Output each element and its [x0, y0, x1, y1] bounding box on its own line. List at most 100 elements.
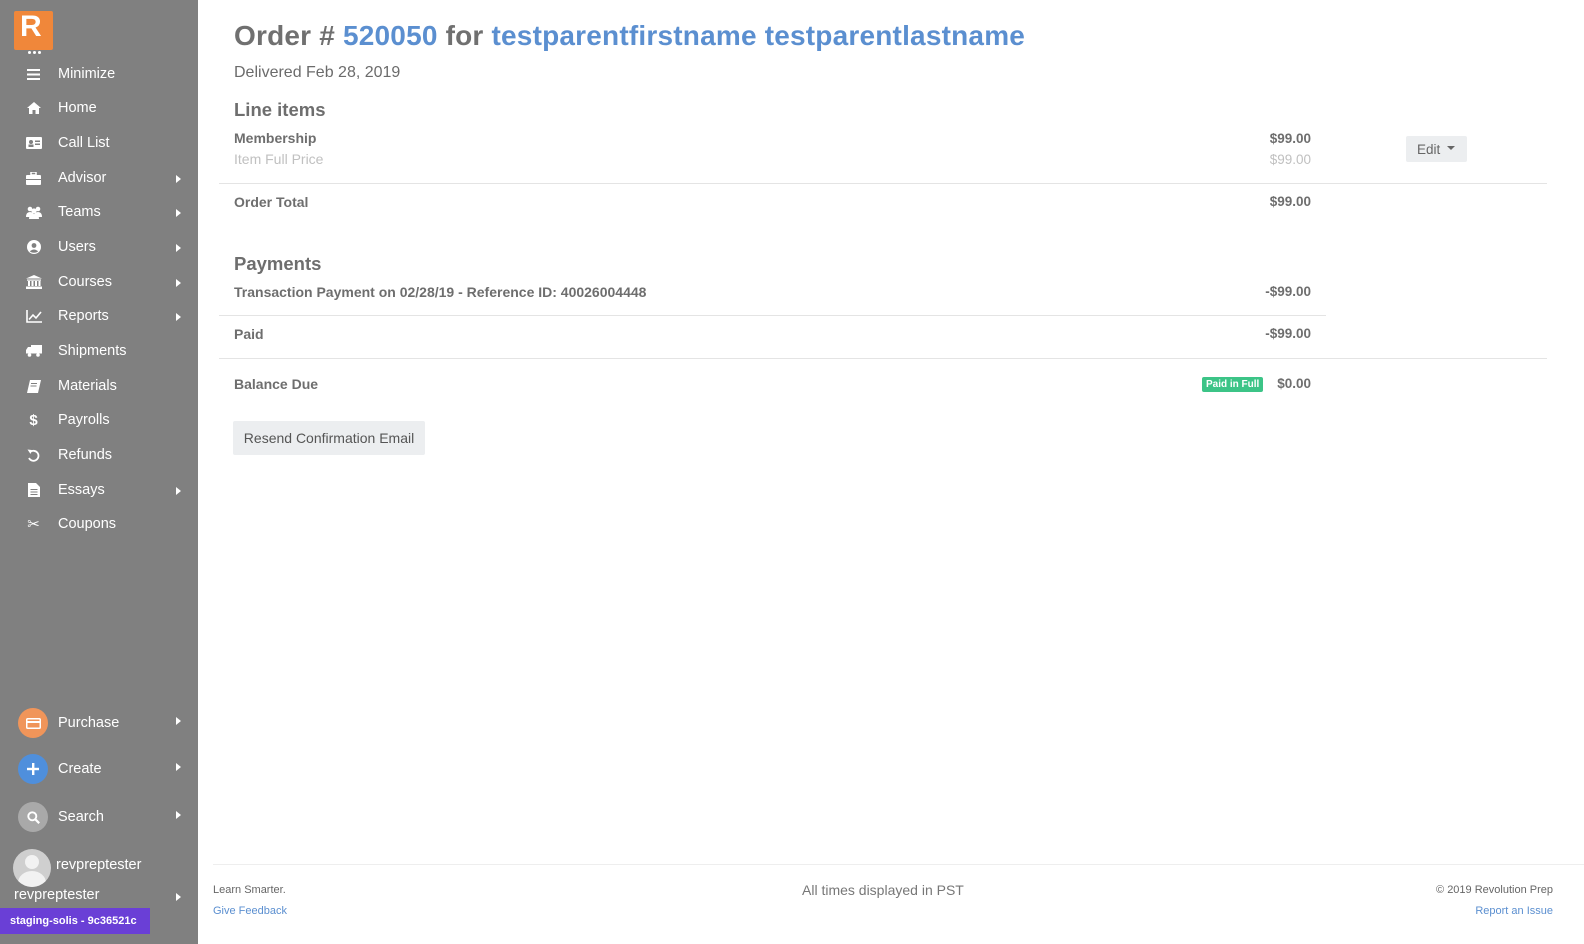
sidebar-item-label: Materials [58, 378, 117, 394]
logo-letter: R [20, 10, 42, 43]
search-button[interactable]: Search [0, 797, 198, 837]
briefcase-icon [25, 161, 42, 195]
environment-badge: staging-solis - 9c36521c [0, 908, 150, 934]
divider [219, 358, 1547, 359]
sidebar-item-label: Users [58, 239, 96, 255]
undo-icon [25, 438, 42, 472]
hamburger-icon [25, 57, 42, 91]
user-circle-icon [25, 230, 42, 264]
sidebar-item-label: Reports [58, 308, 109, 324]
footer-divider [213, 864, 1584, 865]
sidebar-item-users[interactable]: Users [0, 230, 198, 264]
balance-due-label: Balance Due [234, 376, 319, 392]
resend-confirmation-email-button[interactable]: Resend Confirmation Email [233, 421, 425, 455]
avatar[interactable] [13, 849, 51, 887]
chevron-right-icon [176, 279, 181, 287]
sidebar-item-label: Refunds [58, 447, 113, 463]
search-label: Search [58, 809, 104, 825]
sidebar-item-coupons[interactable]: ✂ Coupons [0, 507, 198, 541]
sidebar-item-teams[interactable]: Teams [0, 195, 198, 229]
create-button[interactable]: Create [0, 749, 198, 789]
truck-icon [25, 334, 42, 368]
sidebar-item-label: Shipments [58, 343, 127, 359]
home-icon [25, 91, 42, 125]
plus-icon [18, 754, 48, 784]
sidebar-item-label: Courses [58, 274, 112, 290]
chevron-right-icon [176, 244, 181, 252]
timezone-note: All times displayed in PST [802, 882, 964, 898]
payments-heading: Payments [234, 253, 322, 274]
university-icon [25, 265, 42, 299]
edit-dropdown-button[interactable]: Edit [1406, 136, 1467, 162]
order-number-link[interactable]: 520050 [343, 20, 438, 51]
search-icon [18, 802, 48, 832]
sidebar-item-essays[interactable]: Essays [0, 473, 198, 507]
id-card-icon [25, 126, 42, 160]
footer-tagline: Learn Smarter. [213, 884, 286, 896]
transaction-amount: -$99.00 [1265, 284, 1311, 299]
chevron-right-icon [176, 175, 181, 183]
title-prefix: Order # [234, 20, 343, 51]
chevron-right-icon [176, 893, 181, 901]
sidebar-item-label: Advisor [58, 170, 107, 186]
line-item-full-price: $99.00 [1269, 152, 1311, 167]
dollar-icon: $ [29, 411, 38, 429]
book-icon [25, 369, 42, 403]
page-title: Order # 520050 for testparentfirstname t… [234, 20, 1025, 52]
paid-label: Paid [234, 326, 264, 342]
divider [219, 315, 1326, 316]
paid-amount: -$99.00 [1265, 326, 1311, 341]
users-group-icon [25, 195, 42, 229]
chevron-right-icon [176, 763, 181, 771]
chevron-right-icon [176, 313, 181, 321]
give-feedback-link[interactable]: Give Feedback [213, 905, 287, 917]
logo-dots [28, 41, 46, 54]
order-status: Delivered Feb 28, 2019 [234, 64, 401, 81]
copyright: © 2019 Revolution Prep [1436, 884, 1553, 896]
logo[interactable]: R [14, 10, 53, 54]
sidebar-item-label: Call List [58, 135, 110, 151]
credit-card-icon [18, 708, 48, 738]
sidebar-item-label: Coupons [58, 516, 117, 532]
sidebar-item-label: Teams [58, 204, 101, 220]
line-item-sub-label: Item Full Price [234, 151, 324, 167]
sidebar-item-minimize[interactable]: Minimize [0, 57, 198, 91]
account-name: revpreptester [14, 887, 100, 903]
sidebar-item-label: Home [58, 100, 97, 116]
user-name[interactable]: revpreptester [56, 857, 141, 873]
sidebar-item-reports[interactable]: Reports [0, 299, 198, 333]
customer-name-link[interactable]: testparentfirstname testparentlastname [492, 20, 1026, 51]
sidebar-item-label: Payrolls [58, 412, 110, 428]
purchase-label: Purchase [58, 715, 120, 731]
create-label: Create [58, 761, 102, 777]
order-total-label: Order Total [234, 194, 309, 210]
line-chart-icon [25, 299, 42, 333]
purchase-button[interactable]: Purchase [0, 703, 198, 743]
edit-label: Edit [1417, 141, 1441, 157]
status-badge: Paid in Full [1202, 377, 1264, 392]
main-content: Order # 520050 for testparentfirstname t… [198, 0, 1584, 944]
sidebar-item-advisor[interactable]: Advisor [0, 161, 198, 195]
file-text-icon [25, 473, 42, 507]
line-item-name: Membership [234, 130, 317, 146]
line-item-price: $99.00 [1269, 131, 1311, 146]
chevron-right-icon [176, 487, 181, 495]
report-issue-link[interactable]: Report an Issue [1475, 905, 1553, 917]
chevron-right-icon [176, 717, 181, 725]
caret-down-icon [1447, 146, 1456, 150]
sidebar-item-shipments[interactable]: Shipments [0, 334, 198, 368]
sidebar: R Minimize Home Call List Advisor Teams [0, 0, 198, 944]
sidebar-item-payrolls[interactable]: $ Payrolls [0, 403, 198, 437]
sidebar-item-refunds[interactable]: Refunds [0, 438, 198, 472]
chevron-right-icon [176, 811, 181, 819]
line-items-heading: Line items [234, 99, 326, 120]
balance-due-amount: $0.00 [1277, 376, 1311, 391]
scissors-icon: ✂ [27, 516, 40, 533]
sidebar-item-materials[interactable]: Materials [0, 369, 198, 403]
sidebar-item-home[interactable]: Home [0, 91, 198, 125]
account-menu[interactable]: revpreptester [0, 884, 198, 908]
sidebar-item-call-list[interactable]: Call List [0, 126, 198, 160]
sidebar-item-courses[interactable]: Courses [0, 265, 198, 299]
sidebar-item-label: Minimize [58, 66, 116, 82]
sidebar-item-label: Essays [58, 482, 105, 498]
